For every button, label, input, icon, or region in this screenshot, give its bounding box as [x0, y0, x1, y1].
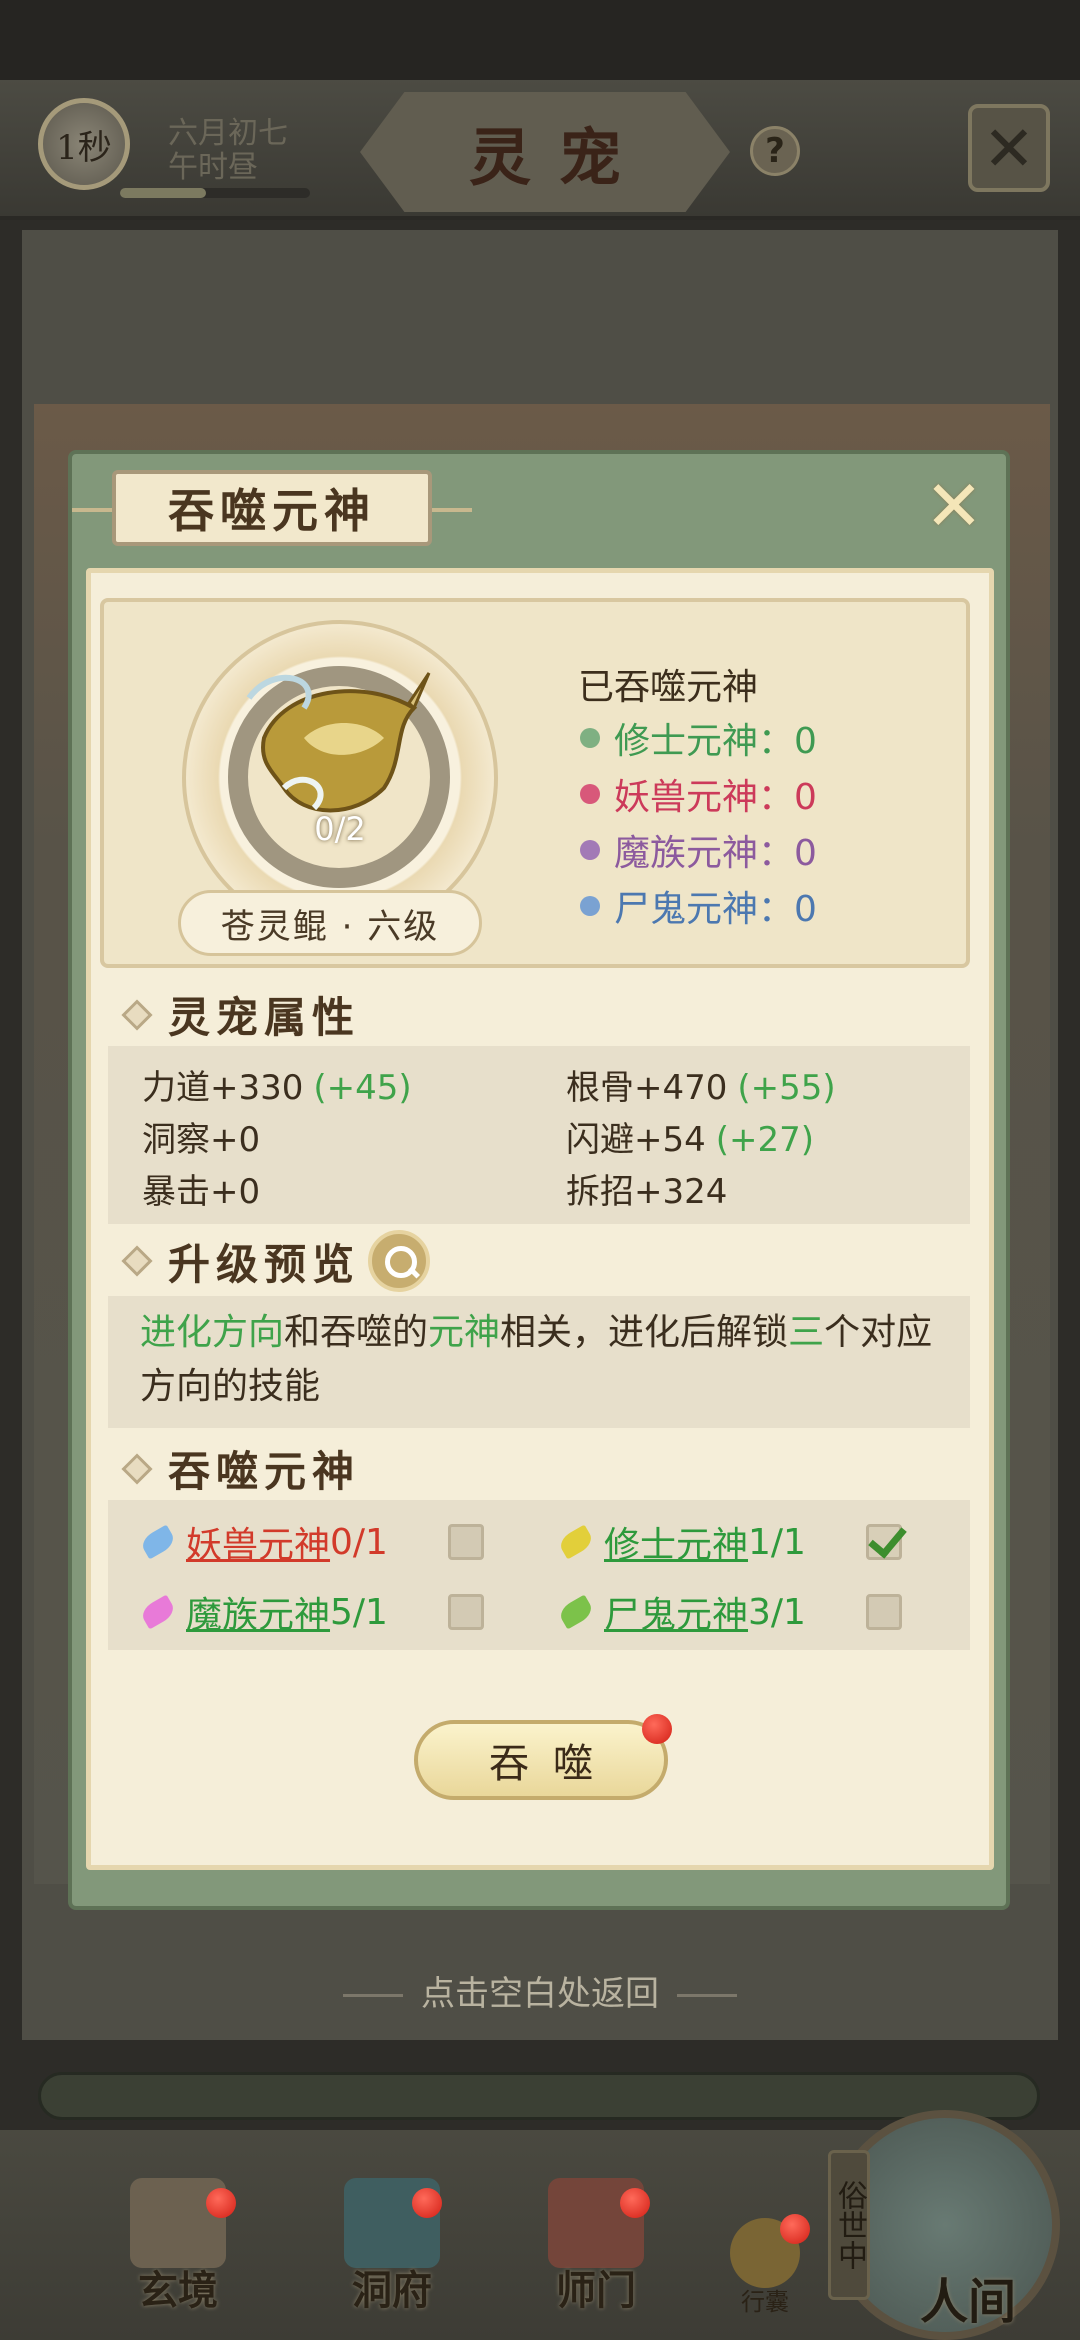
attr-parry: 拆招+324 — [566, 1172, 728, 1212]
devour-heading-text: 吞噬元神 — [168, 1447, 361, 1496]
nav-label: 行囊 — [741, 2288, 789, 2316]
world-label: 人间 — [920, 2274, 1017, 2330]
dialog-title: 吞噬元神 — [168, 484, 376, 538]
timer-badge: 1秒 — [38, 98, 130, 190]
devoured-label: 尸鬼元神：0 — [614, 889, 817, 930]
preview-heading: 升级预览 — [121, 1230, 431, 1292]
devour-button[interactable]: 吞噬 — [414, 1720, 668, 1800]
checkbox-beast[interactable] — [448, 1524, 484, 1560]
diamond-icon — [121, 998, 153, 1031]
status-strip — [0, 0, 1080, 80]
pet-devour-count: 0/2 — [314, 810, 366, 848]
option-beast[interactable]: 妖兽元神 0/1 — [138, 1516, 388, 1568]
devoured-label: 妖兽元神：0 — [614, 777, 817, 818]
pet-name-level: 苍灵鲲 · 六级 — [178, 890, 482, 956]
page-close-button[interactable]: ✕ — [968, 104, 1050, 192]
option-count: 0/1 — [330, 1521, 388, 1563]
preview-panel: 进化方向和吞噬的元神相关，进化后解锁三个对应方向的技能 — [108, 1296, 970, 1428]
option-name[interactable]: 魔族元神 — [186, 1586, 330, 1638]
return-hint: 点击空白处返回 — [0, 1966, 1080, 2015]
devoured-row-cultivator: 修士元神：0 — [578, 710, 958, 766]
time-period: 午时昼 — [168, 150, 258, 185]
help-button[interactable]: ? — [750, 126, 800, 176]
option-demon[interactable]: 魔族元神 5/1 — [138, 1586, 388, 1638]
attr-crit: 暴击+0 — [142, 1172, 261, 1212]
nav-label: 玄境 — [138, 2267, 218, 2314]
search-icon[interactable] — [368, 1230, 431, 1292]
devoured-label: 修士元神：0 — [614, 721, 817, 762]
option-name[interactable]: 尸鬼元神 — [604, 1586, 748, 1638]
attr-dodge: 闪避+54 (+27) — [566, 1120, 815, 1160]
time-progress-bar — [120, 188, 310, 198]
devoured-label: 魔族元神：0 — [614, 833, 817, 874]
nav-label: 洞府 — [352, 2267, 432, 2314]
option-count: 5/1 — [330, 1591, 388, 1633]
option-cultivator[interactable]: 修士元神 1/1 — [556, 1516, 806, 1568]
option-name[interactable]: 修士元神 — [604, 1516, 748, 1568]
notification-dot-icon — [780, 2214, 810, 2244]
beast-dot-icon — [580, 784, 600, 804]
world-location-tag: 俗世中 — [828, 2150, 870, 2300]
attr-insight: 洞察+0 — [142, 1120, 261, 1160]
devour-heading: 吞噬元神 — [121, 1438, 361, 1499]
checkbox-cultivator[interactable] — [866, 1524, 902, 1560]
demon-dot-icon — [580, 840, 600, 860]
devour-options-panel: 妖兽元神 0/1 修士元神 1/1 魔族元神 5/1 尸鬼元神 3/1 — [108, 1500, 970, 1650]
nav-label: 师门 — [556, 2267, 636, 2314]
option-name[interactable]: 妖兽元神 — [186, 1516, 330, 1568]
page-title-plaque: 灵宠 — [360, 92, 730, 212]
devoured-row-beast: 妖兽元神：0 — [578, 766, 958, 822]
devoured-row-demon: 魔族元神：0 — [578, 822, 958, 878]
ghoul-dot-icon — [580, 896, 600, 916]
checkbox-demon[interactable] — [448, 1594, 484, 1630]
attributes-heading: 灵宠属性 — [121, 984, 361, 1045]
attributes-heading-text: 灵宠属性 — [168, 993, 361, 1042]
devoured-summary-title: 已吞噬元神 — [578, 667, 759, 708]
notification-dot-icon — [412, 2188, 442, 2218]
diamond-icon — [121, 1452, 153, 1485]
diamond-icon — [121, 1245, 153, 1277]
preview-heading-text: 升级预览 — [168, 1239, 361, 1289]
devoured-row-ghoul: 尸鬼元神：0 — [578, 878, 958, 934]
option-count: 1/1 — [748, 1521, 806, 1563]
page-title: 灵宠 — [468, 121, 649, 194]
leaf-icon — [556, 1594, 596, 1630]
option-ghoul[interactable]: 尸鬼元神 3/1 — [556, 1586, 806, 1638]
notification-dot-icon — [206, 2188, 236, 2218]
bottom-rail — [38, 2072, 1040, 2120]
leaf-icon — [556, 1524, 596, 1560]
attributes-panel: 力道+330 (+45) 根骨+470 (+55) 洞察+0 闪避+54 (+27) … — [108, 1046, 970, 1224]
attr-strength: 力道+330 (+45) — [142, 1068, 412, 1108]
devoured-summary: 已吞噬元神 修士元神：0 妖兽元神：0 魔族元神：0 尸鬼元神：0 — [578, 658, 958, 934]
cultivator-dot-icon — [580, 728, 600, 748]
checkbox-ghoul[interactable] — [866, 1594, 902, 1630]
option-count: 3/1 — [748, 1591, 806, 1633]
dialog-close-button[interactable]: ✕ — [920, 465, 988, 547]
leaf-icon — [138, 1524, 178, 1560]
dialog-title-plaque: 吞噬元神 — [72, 470, 472, 546]
attr-constitution: 根骨+470 (+55) — [566, 1068, 836, 1108]
notification-dot-icon — [642, 1714, 672, 1744]
notification-dot-icon — [620, 2188, 650, 2218]
leaf-icon — [138, 1594, 178, 1630]
